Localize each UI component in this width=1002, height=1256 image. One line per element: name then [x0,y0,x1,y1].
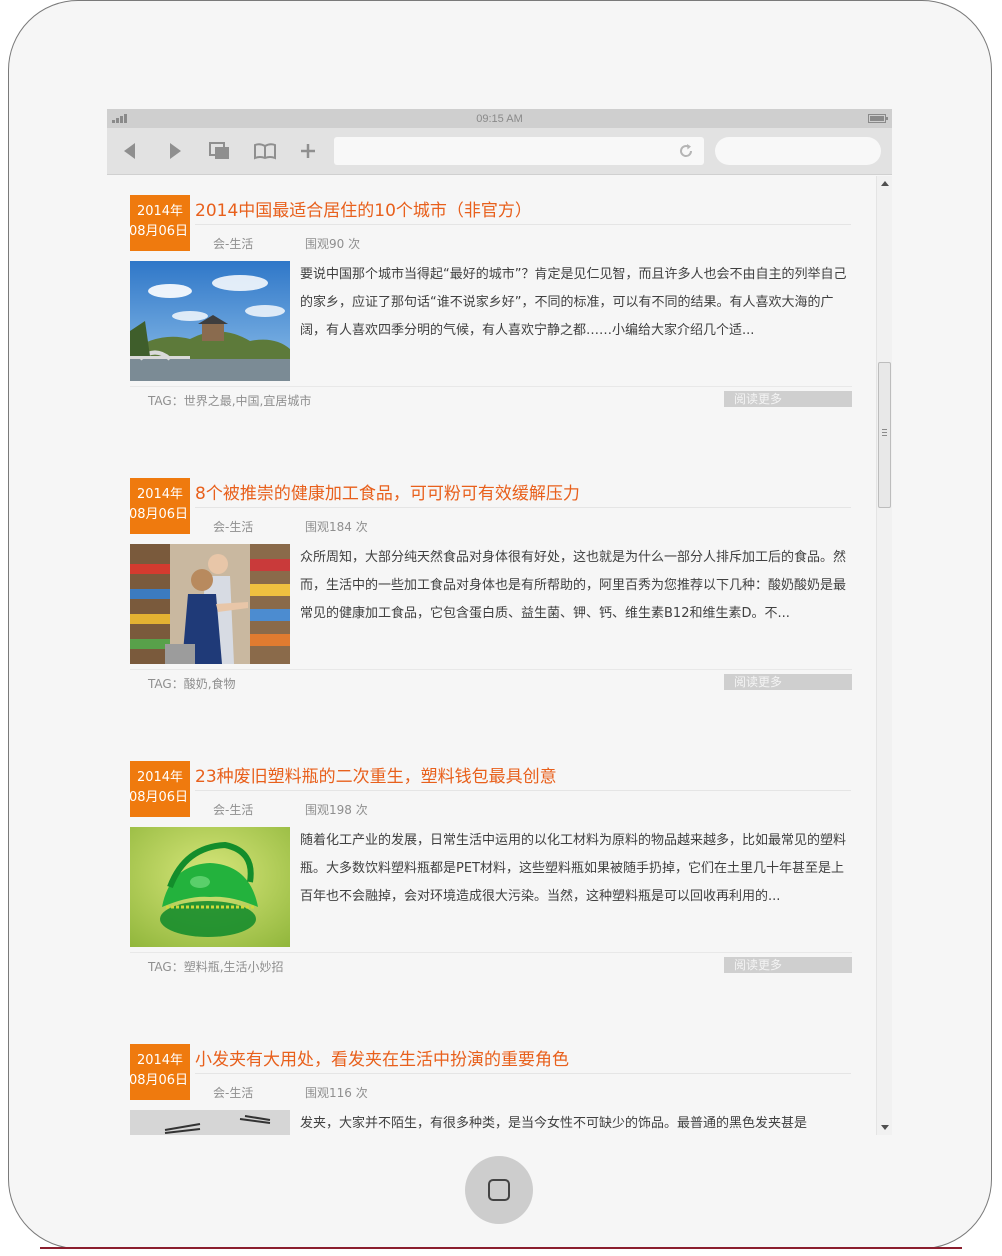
article-tags[interactable]: TAG：酸奶,食物 [148,675,236,692]
browser-window: 09:15 AM 2014年 08月06日 2014中国最适合居住的10个城市（… [107,109,892,1135]
article-category[interactable]: 会-生活 [213,801,253,818]
url-input[interactable] [334,137,704,165]
plus-icon[interactable] [295,138,321,164]
article-thumbnail[interactable] [130,1110,290,1135]
article-tags[interactable]: TAG：塑料瓶,生活小妙招 [148,958,284,975]
date-badge: 2014年 08月06日 [129,478,190,534]
divider [195,224,851,225]
scroll-up-icon[interactable] [881,181,889,186]
article-thumbnail[interactable] [130,827,290,947]
article-thumbnail[interactable] [130,544,290,664]
article-title[interactable]: 8个被推崇的健康加工食品，可可粉可有效缓解压力 [195,479,580,504]
article-excerpt: 众所周知，大部分纯天然食品对身体很有好处，这也就是为什么一部分人排斥加工后的食品… [300,550,847,621]
divider [195,790,851,791]
frame-edge-line [40,1247,962,1249]
divider [195,1073,851,1074]
article-category[interactable]: 会-生活 [213,1084,253,1101]
article-views: 围观90 次 [305,237,361,251]
read-more-button[interactable]: 阅读更多 [724,674,852,690]
article-views: 围观184 次 [305,520,368,534]
bookmarks-icon[interactable] [252,138,278,164]
divider [195,507,851,508]
article-thumbnail[interactable] [130,261,290,381]
article-item: 2014年 08月06日 小发夹有大用处，看发夹在生活中扮演的重要角色 会-生活… [107,1042,877,1135]
home-button-icon[interactable] [465,1156,533,1224]
article-tags[interactable]: TAG：世界之最,中国,宜居城市 [148,392,311,409]
article-views: 围观198 次 [305,803,368,817]
battery-icon [868,114,888,123]
tabs-icon[interactable] [207,138,233,164]
article-item: 2014年 08月06日 2014中国最适合居住的10个城市（非官方） 会-生活… [107,193,877,423]
scroll-down-icon[interactable] [881,1125,889,1130]
article-title[interactable]: 2014中国最适合居住的10个城市（非官方） [195,196,532,221]
search-input[interactable] [715,137,881,165]
divider [130,386,852,387]
scrollbar[interactable] [876,176,892,1135]
article-excerpt: 随着化工产业的发展，日常生活中运用的以化工材料为原料的物品越来越多，比如最常见的… [300,833,847,904]
reload-icon[interactable] [678,143,694,159]
article-excerpt: 发夹，大家并不陌生，有很多种类，是当今女性不可缺少的饰品。最普通的黑色发夹甚是 [300,1116,808,1131]
status-bar: 09:15 AM [107,109,892,128]
article-excerpt: 要说中国那个城市当得起“最好的城市”？肯定是见仁见智，而且许多人也会不由自主的列… [300,267,847,338]
divider [130,952,852,953]
article-category[interactable]: 会-生活 [213,518,253,535]
back-arrow-icon[interactable] [117,138,143,164]
signal-icon [112,114,127,123]
date-badge: 2014年 08月06日 [129,1044,190,1100]
divider [130,669,852,670]
article-item: 2014年 08月06日 23种废旧塑料瓶的二次重生，塑料钱包最具创意 会-生活… [107,759,877,989]
status-time: 09:15 AM [476,113,523,125]
read-more-button[interactable]: 阅读更多 [724,391,852,407]
article-item: 2014年 08月06日 8个被推崇的健康加工食品，可可粉可有效缓解压力 会-生… [107,476,877,706]
scrollbar-thumb[interactable] [878,362,891,508]
read-more-button[interactable]: 阅读更多 [724,957,852,973]
article-views: 围观116 次 [305,1086,368,1100]
article-title[interactable]: 小发夹有大用处，看发夹在生活中扮演的重要角色 [195,1045,569,1070]
date-badge: 2014年 08月06日 [129,195,190,251]
browser-toolbar [107,128,892,175]
date-badge: 2014年 08月06日 [129,761,190,817]
article-category[interactable]: 会-生活 [213,235,253,252]
forward-arrow-icon[interactable] [162,138,188,164]
page-content: 2014年 08月06日 2014中国最适合居住的10个城市（非官方） 会-生活… [107,176,877,1135]
article-title[interactable]: 23种废旧塑料瓶的二次重生，塑料钱包最具创意 [195,762,557,787]
